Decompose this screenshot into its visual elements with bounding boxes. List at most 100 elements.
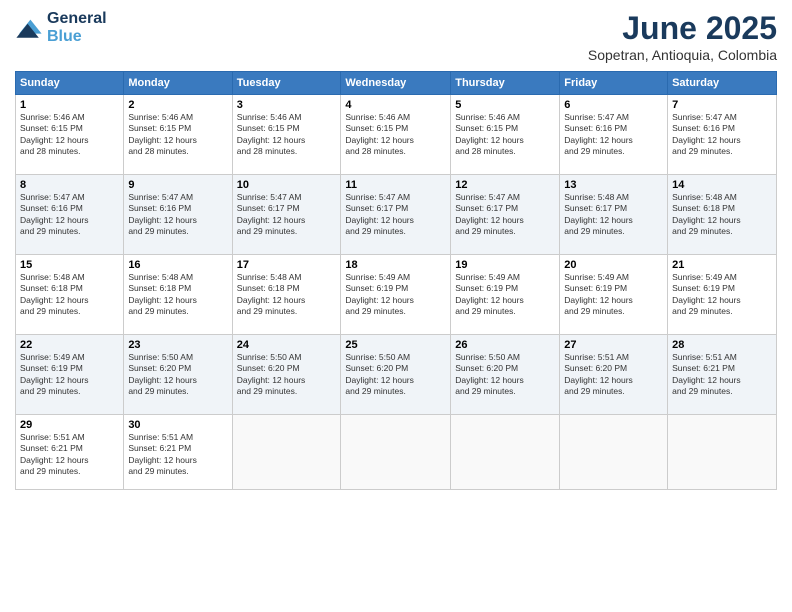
weekday-header-tuesday: Tuesday (232, 72, 341, 95)
day-number: 29 (20, 419, 119, 431)
weekday-header-monday: Monday (124, 72, 232, 95)
calendar-day-cell: 12Sunrise: 5:47 AMSunset: 6:17 PMDayligh… (451, 175, 560, 255)
logo-text: General Blue (47, 10, 107, 46)
month-title: June 2025 (588, 10, 777, 47)
calendar-day-cell: 17Sunrise: 5:48 AMSunset: 6:18 PMDayligh… (232, 255, 341, 335)
calendar-week-row: 22Sunrise: 5:49 AMSunset: 6:19 PMDayligh… (16, 335, 777, 415)
day-info: Sunrise: 5:47 AMSunset: 6:17 PMDaylight:… (345, 192, 446, 238)
calendar-day-cell: 6Sunrise: 5:47 AMSunset: 6:16 PMDaylight… (560, 95, 668, 175)
day-info: Sunrise: 5:48 AMSunset: 6:17 PMDaylight:… (564, 192, 663, 238)
day-info: Sunrise: 5:46 AMSunset: 6:15 PMDaylight:… (20, 112, 119, 158)
calendar-day-cell (560, 415, 668, 490)
day-info: Sunrise: 5:51 AMSunset: 6:21 PMDaylight:… (128, 432, 227, 478)
calendar-day-cell: 26Sunrise: 5:50 AMSunset: 6:20 PMDayligh… (451, 335, 560, 415)
page: General Blue June 2025 Sopetran, Antioqu… (0, 0, 792, 612)
day-number: 14 (672, 179, 772, 191)
day-info: Sunrise: 5:50 AMSunset: 6:20 PMDaylight:… (345, 352, 446, 398)
day-number: 10 (237, 179, 337, 191)
day-number: 4 (345, 99, 446, 111)
calendar-day-cell: 1Sunrise: 5:46 AMSunset: 6:15 PMDaylight… (16, 95, 124, 175)
calendar-day-cell (232, 415, 341, 490)
calendar-week-row: 1Sunrise: 5:46 AMSunset: 6:15 PMDaylight… (16, 95, 777, 175)
day-info: Sunrise: 5:46 AMSunset: 6:15 PMDaylight:… (455, 112, 555, 158)
weekday-header-saturday: Saturday (668, 72, 777, 95)
day-number: 3 (237, 99, 337, 111)
calendar-week-row: 29 Sunrise: 5:51 AMSunset: 6:21 PMDayligh… (16, 415, 777, 490)
day-info: Sunrise: 5:50 AMSunset: 6:20 PMDaylight:… (128, 352, 227, 398)
day-info: Sunrise: 5:49 AMSunset: 6:19 PMDaylight:… (345, 272, 446, 318)
day-info: Sunrise: 5:48 AMSunset: 6:18 PMDaylight:… (20, 272, 119, 318)
day-info: Sunrise: 5:49 AMSunset: 6:19 PMDaylight:… (455, 272, 555, 318)
day-info: Sunrise: 5:51 AMSunset: 6:20 PMDaylight:… (564, 352, 663, 398)
location-subtitle: Sopetran, Antioquia, Colombia (588, 47, 777, 63)
calendar-day-cell (451, 415, 560, 490)
header: General Blue June 2025 Sopetran, Antioqu… (15, 10, 777, 63)
day-info: Sunrise: 5:50 AMSunset: 6:20 PMDaylight:… (455, 352, 555, 398)
day-number: 22 (20, 339, 119, 351)
calendar-week-row: 8Sunrise: 5:47 AMSunset: 6:16 PMDaylight… (16, 175, 777, 255)
day-info: Sunrise: 5:46 AMSunset: 6:15 PMDaylight:… (345, 112, 446, 158)
weekday-header-wednesday: Wednesday (341, 72, 451, 95)
calendar-day-cell: 20Sunrise: 5:49 AMSunset: 6:19 PMDayligh… (560, 255, 668, 335)
day-info: Sunrise: 5:49 AMSunset: 6:19 PMDaylight:… (564, 272, 663, 318)
weekday-header-thursday: Thursday (451, 72, 560, 95)
calendar-day-cell: 14Sunrise: 5:48 AMSunset: 6:18 PMDayligh… (668, 175, 777, 255)
day-number: 23 (128, 339, 227, 351)
logo-icon (15, 14, 43, 42)
day-info: Sunrise: 5:48 AMSunset: 6:18 PMDaylight:… (672, 192, 772, 238)
day-info: Sunrise: 5:46 AMSunset: 6:15 PMDaylight:… (237, 112, 337, 158)
day-number: 12 (455, 179, 555, 191)
calendar-day-cell: 15Sunrise: 5:48 AMSunset: 6:18 PMDayligh… (16, 255, 124, 335)
day-number: 1 (20, 99, 119, 111)
day-number: 24 (237, 339, 337, 351)
calendar-day-cell: 19Sunrise: 5:49 AMSunset: 6:19 PMDayligh… (451, 255, 560, 335)
calendar-day-cell: 5Sunrise: 5:46 AMSunset: 6:15 PMDaylight… (451, 95, 560, 175)
calendar-day-cell: 22Sunrise: 5:49 AMSunset: 6:19 PMDayligh… (16, 335, 124, 415)
weekday-header-friday: Friday (560, 72, 668, 95)
calendar-day-cell: 4Sunrise: 5:46 AMSunset: 6:15 PMDaylight… (341, 95, 451, 175)
calendar-day-cell: 2Sunrise: 5:46 AMSunset: 6:15 PMDaylight… (124, 95, 232, 175)
calendar-day-cell: 24Sunrise: 5:50 AMSunset: 6:20 PMDayligh… (232, 335, 341, 415)
day-number: 15 (20, 259, 119, 271)
calendar-table: SundayMondayTuesdayWednesdayThursdayFrid… (15, 71, 777, 490)
calendar-day-cell: 16Sunrise: 5:48 AMSunset: 6:18 PMDayligh… (124, 255, 232, 335)
day-number: 8 (20, 179, 119, 191)
day-info: Sunrise: 5:48 AMSunset: 6:18 PMDaylight:… (237, 272, 337, 318)
calendar-day-cell: 23Sunrise: 5:50 AMSunset: 6:20 PMDayligh… (124, 335, 232, 415)
calendar-day-cell: 25Sunrise: 5:50 AMSunset: 6:20 PMDayligh… (341, 335, 451, 415)
day-info: Sunrise: 5:47 AMSunset: 6:16 PMDaylight:… (128, 192, 227, 238)
day-number: 21 (672, 259, 772, 271)
day-number: 7 (672, 99, 772, 111)
day-number: 2 (128, 99, 227, 111)
calendar-day-cell: 9Sunrise: 5:47 AMSunset: 6:16 PMDaylight… (124, 175, 232, 255)
day-number: 27 (564, 339, 663, 351)
day-info: Sunrise: 5:49 AMSunset: 6:19 PMDaylight:… (672, 272, 772, 318)
calendar-week-row: 15Sunrise: 5:48 AMSunset: 6:18 PMDayligh… (16, 255, 777, 335)
calendar-day-cell: 21Sunrise: 5:49 AMSunset: 6:19 PMDayligh… (668, 255, 777, 335)
weekday-header-row: SundayMondayTuesdayWednesdayThursdayFrid… (16, 72, 777, 95)
day-info: Sunrise: 5:47 AMSunset: 6:16 PMDaylight:… (672, 112, 772, 158)
calendar-day-cell: 13Sunrise: 5:48 AMSunset: 6:17 PMDayligh… (560, 175, 668, 255)
day-info: Sunrise: 5:47 AMSunset: 6:17 PMDaylight:… (455, 192, 555, 238)
day-info: Sunrise: 5:51 AMSunset: 6:21 PMDaylight:… (672, 352, 772, 398)
calendar-day-cell: 27Sunrise: 5:51 AMSunset: 6:20 PMDayligh… (560, 335, 668, 415)
calendar-day-cell: 18Sunrise: 5:49 AMSunset: 6:19 PMDayligh… (341, 255, 451, 335)
day-number: 13 (564, 179, 663, 191)
day-number: 26 (455, 339, 555, 351)
calendar-day-cell: 10Sunrise: 5:47 AMSunset: 6:17 PMDayligh… (232, 175, 341, 255)
calendar-day-cell: 29Sunrise: 5:51 AMSunset: 6:21 PMDayligh… (16, 415, 124, 490)
day-number: 5 (455, 99, 555, 111)
calendar-day-cell: 8Sunrise: 5:47 AMSunset: 6:16 PMDaylight… (16, 175, 124, 255)
day-info: Sunrise: 5:47 AMSunset: 6:16 PMDaylight:… (20, 192, 119, 238)
calendar-day-cell (668, 415, 777, 490)
calendar-day-cell: 30Sunrise: 5:51 AMSunset: 6:21 PMDayligh… (124, 415, 232, 490)
day-number: 20 (564, 259, 663, 271)
day-number: 6 (564, 99, 663, 111)
day-number: 25 (345, 339, 446, 351)
day-number: 19 (455, 259, 555, 271)
day-info: Sunrise: 5:47 AMSunset: 6:16 PMDaylight:… (564, 112, 663, 158)
logo: General Blue (15, 10, 107, 46)
day-number: 17 (237, 259, 337, 271)
day-info: Sunrise: 5:46 AMSunset: 6:15 PMDaylight:… (128, 112, 227, 158)
weekday-header-sunday: Sunday (16, 72, 124, 95)
